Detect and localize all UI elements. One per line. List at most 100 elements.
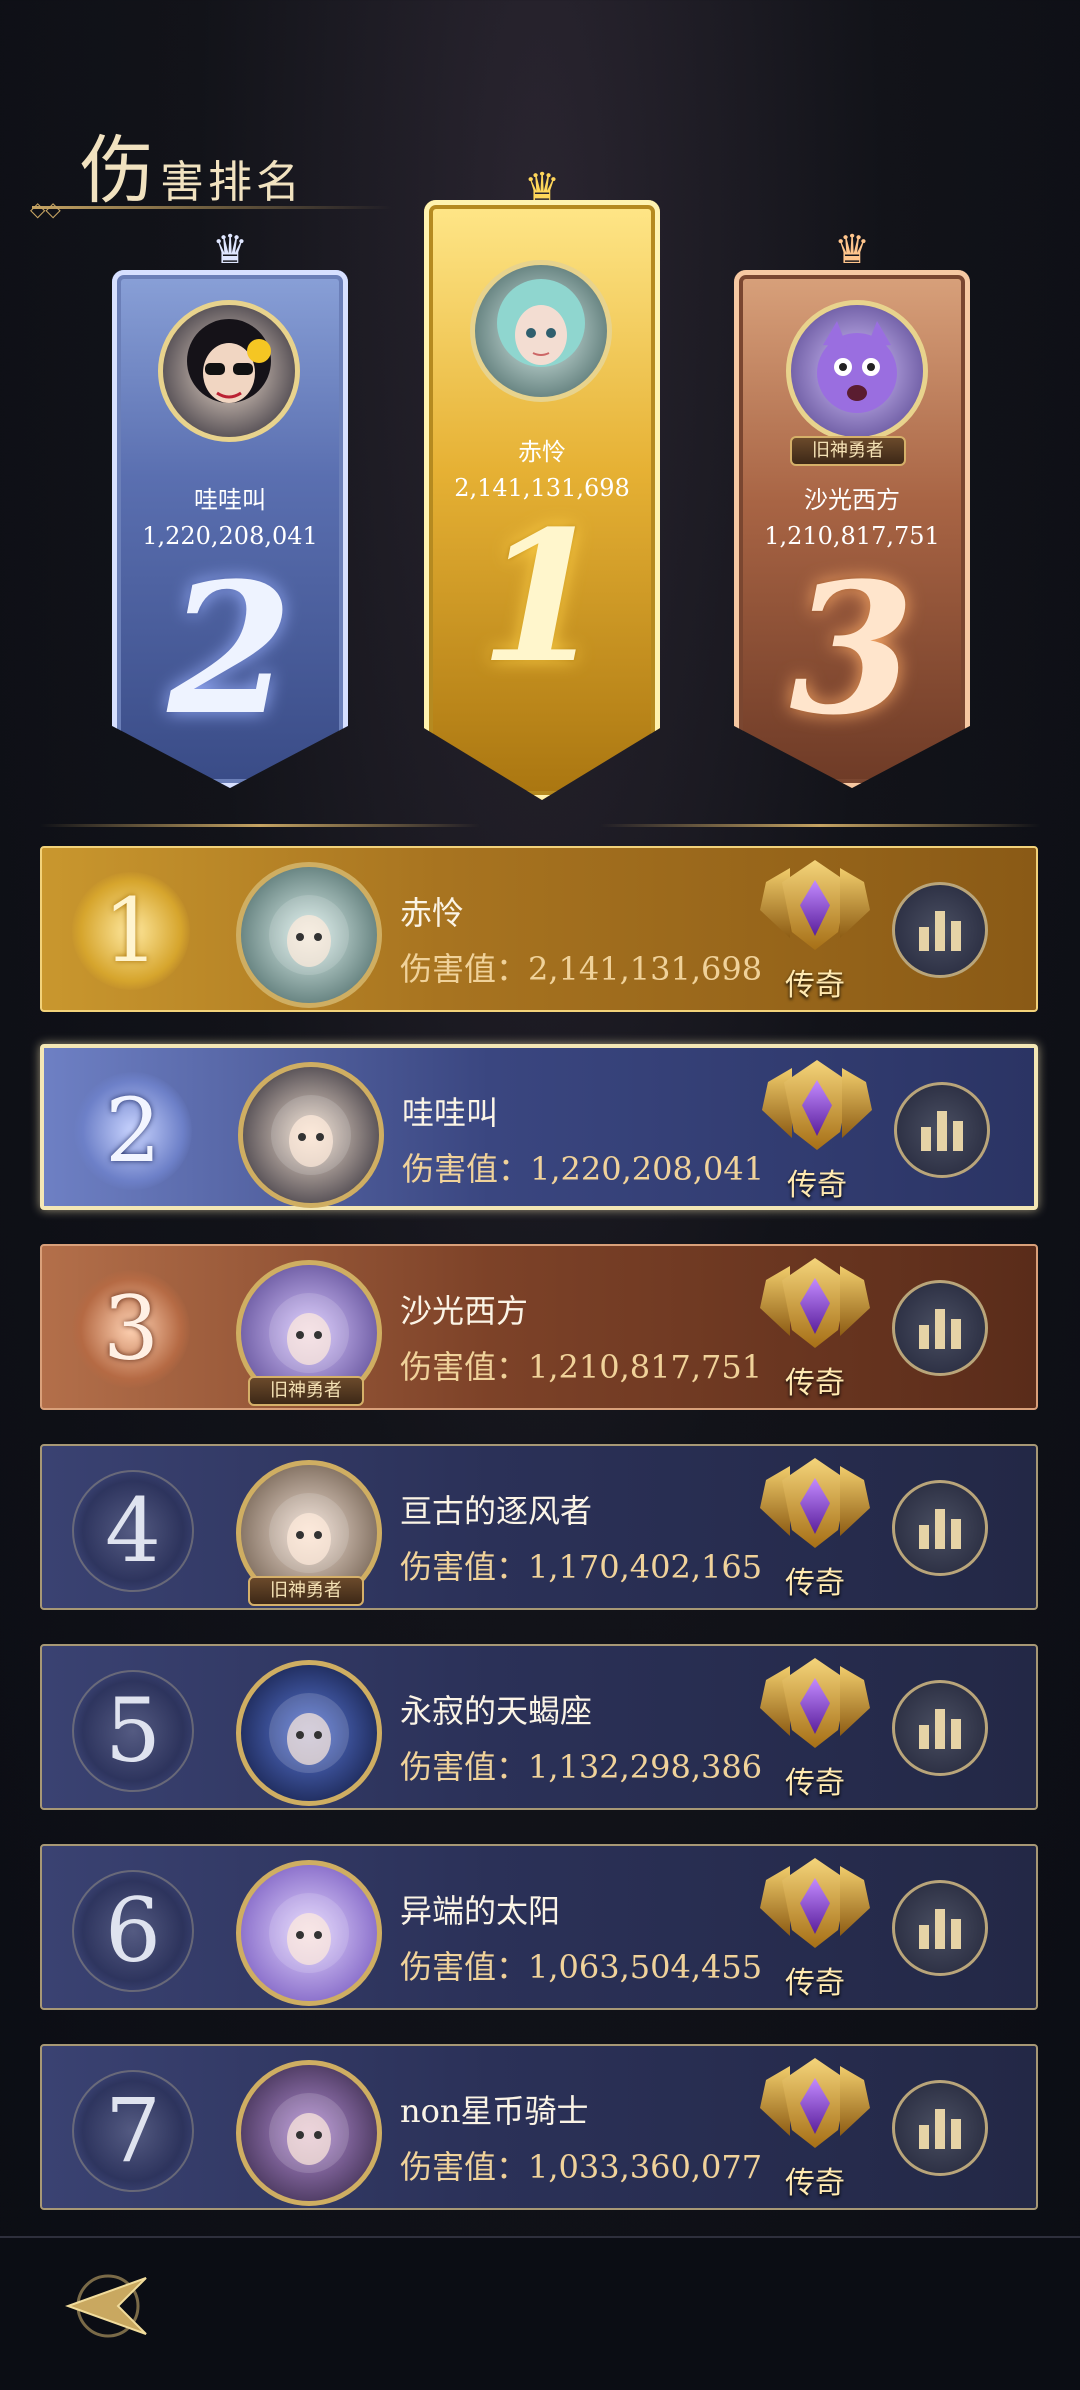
podium-rank-1: 1: [479, 492, 605, 703]
badge-wing-right: [840, 1266, 870, 1336]
badge-wing-right: [840, 1866, 870, 1936]
bar-chart-icon: [951, 1519, 961, 1549]
avatar-portrait-icon: [269, 1493, 349, 1573]
bar-chart-icon: [935, 2109, 945, 2149]
bar-chart-icon: [935, 1709, 945, 1749]
damage-value: 伤害值：1,220,208,041: [402, 1150, 765, 1188]
ranking-row-2[interactable]: 2 哇哇叫 伤害值：1,220,208,041 传奇: [40, 1044, 1038, 1210]
legend-badge-icon: 传奇: [760, 2052, 870, 2202]
ranking-row-1[interactable]: 1 赤怜 伤害值：2,141,131,698 传奇: [40, 846, 1038, 1012]
ranking-row-4[interactable]: 4 旧神勇者 亘古的逐风者 伤害值：1,170,402,165 传奇: [40, 1444, 1038, 1610]
bar-chart-icon: [919, 927, 929, 951]
avatar-portrait-icon: [817, 321, 897, 413]
rank-number: 5: [105, 1679, 161, 1782]
player-name: 永寂的天蝎座: [400, 1692, 593, 1730]
damage-value: 伤害值：1,063,504,455: [400, 1948, 763, 1986]
player-avatar[interactable]: [236, 1660, 382, 1806]
avatar-portrait-icon: [187, 319, 271, 403]
badge-label: 传奇: [785, 968, 845, 1003]
damage-value: 伤害值：1,210,817,751: [400, 1348, 763, 1386]
ranking-row-3[interactable]: 3 旧神勇者 沙光西方 伤害值：1,210,817,751 传奇: [40, 1244, 1038, 1410]
damage-value: 伤害值：1,033,360,077: [400, 2148, 763, 2186]
rank-number: 6: [105, 1879, 161, 1982]
damage-value: 伤害值：1,132,298,386: [400, 1748, 763, 1786]
bottom-bar: [0, 2236, 1080, 2390]
legend-badge-icon: 传奇: [760, 854, 870, 1004]
bar-chart-icon: [951, 1319, 961, 1349]
podium-avatar-2[interactable]: [158, 300, 300, 442]
legend-badge-icon: 传奇: [760, 1452, 870, 1602]
rank-medal: 7: [72, 2070, 194, 2192]
podium-rank-3: 3: [789, 544, 915, 755]
stats-button[interactable]: [894, 1082, 990, 1178]
stats-button[interactable]: [892, 1480, 988, 1576]
podium-name-3: 沙光西方: [804, 486, 900, 514]
stats-button[interactable]: [892, 1880, 988, 1976]
badge-label: 传奇: [785, 2166, 845, 2201]
player-avatar[interactable]: [236, 1860, 382, 2006]
podium-avatar-3[interactable]: [786, 300, 928, 442]
legend-badge-icon: 传奇: [762, 1054, 872, 1204]
bar-chart-icon: [919, 1325, 929, 1349]
divider-right: [600, 824, 1040, 827]
bar-chart-icon: [935, 911, 945, 951]
page-title-first-char: 伤: [80, 128, 158, 214]
player-avatar[interactable]: [236, 2060, 382, 2206]
bar-chart-icon: [951, 2119, 961, 2149]
rank-number: 7: [105, 2079, 161, 2182]
back-arrow-icon: [65, 2274, 147, 2338]
crown-icon: ♛: [212, 227, 248, 273]
badge-wing-right: [840, 1666, 870, 1736]
rank-number: 1: [103, 879, 159, 982]
stats-button[interactable]: [892, 1680, 988, 1776]
bar-chart-icon: [935, 1309, 945, 1349]
badge-wing-left: [762, 1068, 792, 1138]
badge-wing-left: [760, 2066, 790, 2136]
ranking-row-5[interactable]: 5 永寂的天蝎座 伤害值：1,132,298,386 传奇: [40, 1644, 1038, 1810]
badge-label: 传奇: [785, 1966, 845, 2001]
legend-badge-icon: 传奇: [760, 1852, 870, 2002]
player-avatar[interactable]: [238, 1062, 384, 1208]
avatar-portrait-icon: [269, 1293, 349, 1373]
podium-name-2: 哇哇叫: [194, 486, 266, 514]
stats-button[interactable]: [892, 882, 988, 978]
bar-chart-icon: [953, 1121, 963, 1151]
avatar-portrait-icon: [269, 1693, 349, 1773]
rank-number: 3: [103, 1277, 159, 1380]
page-title-rest: 害排名: [160, 157, 304, 208]
ranking-row-7[interactable]: 7 non星币骑士 伤害值：1,033,360,077 传奇: [40, 2044, 1038, 2210]
badge-wing-left: [760, 1266, 790, 1336]
bar-chart-icon: [935, 1909, 945, 1949]
rank-number: 2: [105, 1079, 161, 1182]
player-name: 哇哇叫: [402, 1094, 499, 1132]
avatar-portrait-icon: [269, 895, 349, 975]
rank-medal: 1: [72, 872, 190, 990]
bar-chart-icon: [951, 1719, 961, 1749]
stats-button[interactable]: [892, 1280, 988, 1376]
rank-medal: 4: [72, 1470, 194, 1592]
bar-chart-icon: [921, 1127, 931, 1151]
back-button[interactable]: [56, 2258, 152, 2354]
avatar-portrait-icon: [497, 279, 585, 367]
badge-wing-right: [840, 2066, 870, 2136]
page-title: 伤 害排名: [80, 128, 304, 208]
podium-avatar-1[interactable]: [470, 260, 612, 402]
stats-button[interactable]: [892, 2080, 988, 2176]
bar-chart-icon: [951, 1919, 961, 1949]
title-underline: [32, 206, 392, 209]
player-avatar[interactable]: [236, 862, 382, 1008]
badge-label: 传奇: [787, 1168, 847, 1203]
rank-medal: 5: [72, 1670, 194, 1792]
bar-chart-icon: [919, 1925, 929, 1949]
player-tag: 旧神勇者: [248, 1376, 364, 1406]
title-ornament-icon: ◇◇: [30, 197, 61, 221]
rank-medal: 6: [72, 1870, 194, 1992]
podium-name-1: 赤怜: [518, 438, 566, 466]
ranking-row-6[interactable]: 6 异端的太阳 伤害值：1,063,504,455 传奇: [40, 1844, 1038, 2010]
player-name: 赤怜: [400, 894, 465, 932]
podium-tag-3: 旧神勇者: [790, 436, 906, 466]
badge-wing-left: [760, 1866, 790, 1936]
badge-wing-left: [760, 868, 790, 938]
badge-wing-left: [760, 1466, 790, 1536]
player-name: 亘古的逐风者: [400, 1492, 593, 1530]
